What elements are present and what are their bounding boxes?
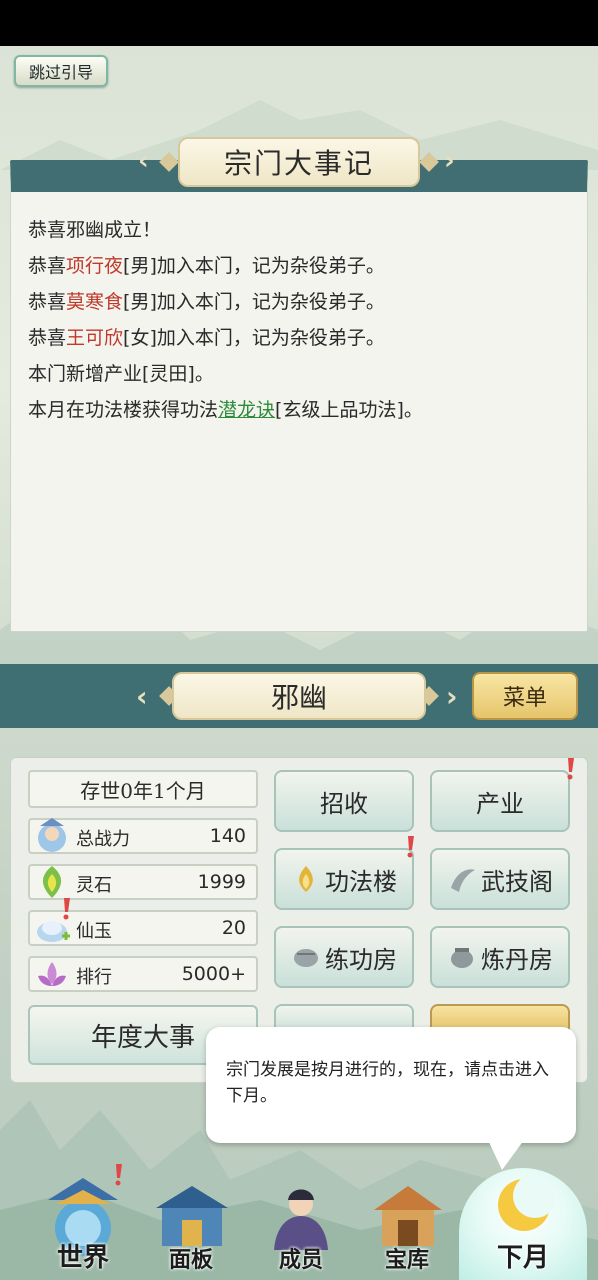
next-sect-arrow-icon[interactable]: › [446, 680, 458, 713]
skip-tutorial-button[interactable]: 跳过引导 [14, 55, 108, 87]
recruit-button[interactable]: 招收 [274, 770, 414, 832]
alert-badge-icon [567, 758, 574, 780]
menu-button[interactable]: 菜单 [472, 672, 578, 720]
golden-flame-icon [299, 866, 313, 892]
jade-label: 仙玉 [76, 921, 112, 942]
member-avatar-icon [274, 1189, 328, 1250]
entry-text: [男]加入本门，记为杂役弟子。 [123, 255, 385, 277]
warrior-icon [38, 818, 66, 852]
nav-world[interactable]: 世界 [28, 1150, 138, 1280]
rank-value: 5000+ [181, 963, 246, 985]
entry-text: 恭喜 [28, 327, 67, 349]
nav-members[interactable]: 成员 [246, 1150, 356, 1280]
nav-next-month-button[interactable]: 下月 [459, 1168, 587, 1280]
industry-label: 产业 [476, 789, 524, 818]
martial-pavilion-label: 武技阁 [481, 867, 553, 896]
rank-label: 排行 [76, 967, 112, 988]
lotus-icon [38, 962, 66, 986]
cauldron-icon [451, 948, 473, 968]
chronicle-entry: 本月在功法楼获得功法潜龙诀[玄级上品功法]。 [28, 395, 568, 431]
industry-button[interactable]: 产业 [430, 770, 570, 832]
member-name-link[interactable]: 莫寒食 [66, 291, 123, 313]
treasury-temple-icon [374, 1186, 442, 1246]
crescent-moon-icon [498, 1174, 555, 1231]
tooltip-pointer [488, 1140, 524, 1170]
member-name-link[interactable]: 项行夜 [66, 255, 123, 277]
total-power-value: 140 [209, 825, 246, 847]
chevron-left-icon: ‹ [138, 146, 149, 176]
chronicle-log: 恭喜邪幽成立！ 恭喜项行夜[男]加入本门，记为杂役弟子。 恭喜莫寒食[男]加入本… [28, 215, 568, 431]
fist-icon [294, 949, 318, 967]
nav-panel[interactable]: 面板 [136, 1150, 246, 1280]
alchemy-room-label: 炼丹房 [481, 945, 553, 974]
alchemy-room-button[interactable]: 炼丹房 [430, 926, 570, 988]
nav-panel-label: 面板 [168, 1247, 213, 1273]
alert-badge-icon [63, 898, 70, 920]
prev-sect-arrow-icon[interactable]: ‹ [136, 680, 148, 713]
spirit-stone-value: 1999 [197, 871, 246, 893]
entry-text: 本门新增产业[灵田]。 [28, 363, 214, 385]
spirit-stone-icon [42, 866, 62, 898]
chronicle-entry: 恭喜莫寒食[男]加入本门，记为杂役弟子。 [28, 287, 568, 323]
spirit-stone-label: 灵石 [76, 875, 112, 896]
nav-next-month-label: 下月 [496, 1243, 549, 1273]
nav-members-label: 成员 [278, 1247, 323, 1273]
entry-text: 恭喜邪幽成立！ [28, 219, 162, 241]
entry-text: 本月在功法楼获得功法 [28, 399, 219, 421]
entry-text: [玄级上品功法]。 [275, 399, 423, 421]
library-label: 功法楼 [325, 867, 397, 896]
library-button[interactable]: 功法楼 [274, 848, 414, 910]
status-bar [0, 0, 598, 46]
chronicle-entry: 恭喜项行夜[男]加入本门，记为杂役弟子。 [28, 251, 568, 287]
skill-name-link[interactable]: 潜龙诀 [218, 399, 275, 421]
martial-pavilion-button[interactable]: 武技阁 [430, 848, 570, 910]
nav-treasury[interactable]: 宝库 [352, 1150, 462, 1280]
sect-age: 存世0年1个月 [28, 770, 258, 808]
entry-text: [男]加入本门，记为杂役弟子。 [123, 291, 385, 313]
entry-text: 恭喜 [28, 291, 67, 313]
chronicle-entry: 本门新增产业[灵田]。 [28, 359, 568, 395]
alert-badge-icon [407, 836, 414, 858]
recruit-label: 招收 [320, 789, 368, 818]
training-room-button[interactable]: 练功房 [274, 926, 414, 988]
nav-world-label: 世界 [56, 1243, 109, 1273]
panel-gate-icon [156, 1186, 228, 1246]
entry-text: [女]加入本门，记为杂役弟子。 [123, 327, 385, 349]
nav-treasury-label: 宝库 [384, 1247, 429, 1273]
spirit-stone-row: 灵石 1999 [28, 864, 258, 900]
sect-name: 邪幽 [172, 672, 426, 720]
chronicle-entry: 恭喜王可欣[女]加入本门，记为杂役弟子。 [28, 323, 568, 359]
total-power-row: 总战力 140 [28, 818, 258, 854]
training-room-label: 练功房 [325, 945, 397, 974]
member-name-link[interactable]: 王可欣 [66, 327, 123, 349]
tutorial-tooltip: 宗门发展是按月进行的，现在，请点击进入下月。 [206, 1027, 576, 1143]
alert-badge-icon [115, 1164, 122, 1186]
total-power-label: 总战力 [76, 829, 130, 850]
entry-text: 恭喜 [28, 255, 67, 277]
chronicle-title: 宗门大事记 [178, 137, 420, 187]
jade-value: 20 [221, 917, 246, 939]
chevron-right-icon: › [444, 146, 455, 176]
rank-row: 排行 5000+ [28, 956, 258, 992]
chronicle-entry: 恭喜邪幽成立！ [28, 215, 568, 251]
blade-swirl-icon [451, 869, 475, 892]
